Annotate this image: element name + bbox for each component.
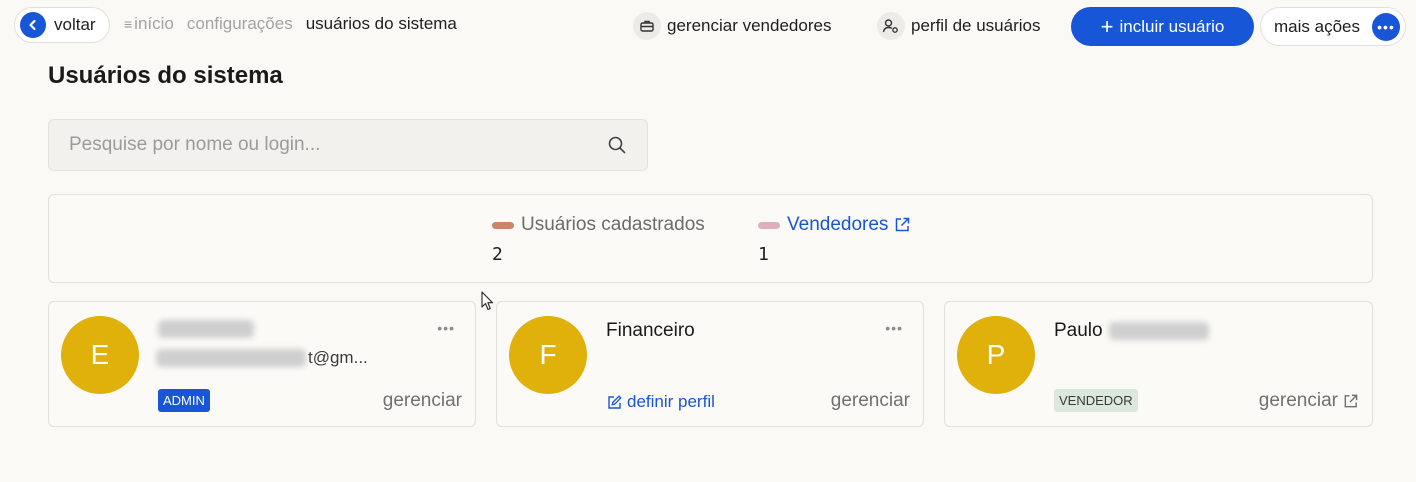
manage-sellers-button[interactable]: gerenciar vendedores — [633, 11, 831, 41]
briefcase-icon — [633, 12, 661, 40]
user-email: t@gm... — [156, 348, 368, 368]
page-title: Usuários do sistema — [48, 62, 283, 89]
define-profile-label: definir perfil — [627, 392, 715, 411]
legend-swatch-registered — [492, 221, 514, 229]
external-link-icon — [1342, 393, 1359, 410]
avatar: E — [61, 316, 139, 394]
manage-link[interactable]: gerenciar — [831, 390, 910, 412]
user-profile-button[interactable]: perfil de usuários — [877, 11, 1040, 41]
manage-link[interactable]: gerenciar — [383, 390, 462, 412]
ellipsis-icon[interactable]: ••• — [885, 320, 903, 336]
user-card: E t@gm... ••• ADMIN gerenciar — [48, 301, 476, 427]
user-profile-label: perfil de usuários — [911, 16, 1041, 35]
menu-icon: ≡ — [124, 16, 133, 32]
manage-label: gerenciar — [1258, 390, 1338, 411]
breadcrumb-current: usuários do sistema — [305, 14, 457, 33]
avatar: F — [509, 316, 587, 394]
stat-sellers-value: 1 — [758, 244, 769, 265]
breadcrumb: ≡ início configurações usuários do siste… — [124, 14, 457, 34]
ellipsis-icon[interactable]: ••• — [437, 320, 455, 336]
role-badge: VENDEDOR — [1054, 389, 1138, 412]
role-badge: ADMIN — [158, 389, 210, 412]
user-name: Financeiro — [606, 320, 695, 341]
user-email-suffix: t@gm... — [308, 348, 368, 367]
add-user-button[interactable]: + incluir usuário — [1071, 7, 1254, 46]
plus-icon: + — [1100, 13, 1114, 39]
stat-sellers-link[interactable]: Vendedores — [787, 214, 888, 236]
breadcrumb-home[interactable]: início — [134, 14, 174, 34]
user-name-redacted — [158, 320, 254, 338]
legend-swatch-sellers — [758, 221, 780, 229]
stats-panel: Usuários cadastrados 2 Vendedores 1 — [48, 194, 1373, 283]
edit-icon — [606, 394, 623, 411]
avatar: P — [957, 316, 1035, 394]
top-bar: voltar ≡ início configurações usuários d… — [0, 0, 1416, 52]
more-actions-button[interactable]: mais ações ••• — [1260, 7, 1406, 46]
user-card: P Paulo VENDEDOR gerenciar — [944, 301, 1373, 427]
back-label: voltar — [54, 15, 96, 34]
user-name: Paulo — [1054, 320, 1209, 342]
user-first-name: Paulo — [1054, 320, 1103, 341]
user-card: F Financeiro ••• definir perfil gerencia… — [496, 301, 924, 427]
user-settings-icon — [877, 12, 905, 40]
define-profile-link[interactable]: definir perfil — [606, 392, 715, 412]
search-input[interactable] — [69, 134, 589, 156]
search-box — [48, 119, 648, 171]
back-button[interactable]: voltar — [14, 7, 110, 43]
stat-registered-users: Usuários cadastrados 2 — [492, 214, 705, 265]
stat-registered-label: Usuários cadastrados — [521, 214, 705, 235]
stat-registered-value: 2 — [492, 244, 503, 265]
ellipsis-icon: ••• — [1372, 13, 1400, 41]
search-icon[interactable] — [607, 135, 627, 160]
breadcrumb-settings[interactable]: configurações — [187, 14, 293, 34]
external-link-icon — [893, 216, 911, 234]
mouse-cursor-icon — [481, 291, 495, 316]
stat-sellers: Vendedores 1 — [758, 214, 911, 265]
chevron-left-icon — [20, 12, 46, 38]
add-user-label: incluir usuário — [1119, 16, 1225, 36]
more-actions-label: mais ações — [1274, 16, 1360, 36]
manage-link[interactable]: gerenciar — [1259, 390, 1359, 412]
manage-sellers-label: gerenciar vendedores — [667, 16, 832, 35]
